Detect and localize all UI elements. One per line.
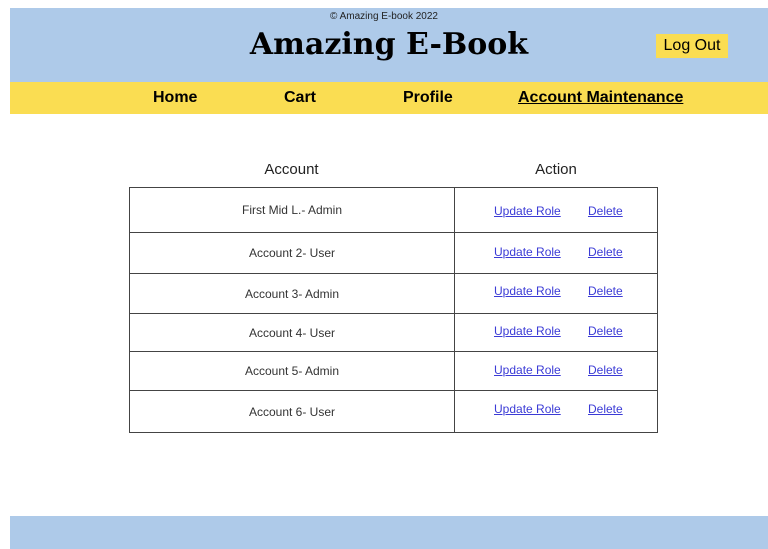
account-cell: First Mid L.- Admin <box>130 188 455 232</box>
column-header-action: Action <box>535 161 577 178</box>
delete-link[interactable]: Delete <box>588 245 623 259</box>
page: Amazing E-Book Log Out Home Cart Profile… <box>0 0 768 549</box>
delete-link[interactable]: Delete <box>588 402 623 416</box>
update-role-link[interactable]: Update Role <box>494 204 561 218</box>
nav-item-profile[interactable]: Profile <box>403 88 453 108</box>
site-title: Amazing E-Book <box>249 27 529 62</box>
table-row: Account 6- User Update Role Delete <box>130 391 657 432</box>
nav-bar: Home Cart Profile Account Maintenance <box>10 82 768 114</box>
nav-item-cart[interactable]: Cart <box>284 88 316 108</box>
footer-copyright: © Amazing E-book 2022 <box>330 11 438 22</box>
nav-item-account-maintenance[interactable]: Account Maintenance <box>518 88 683 108</box>
delete-link[interactable]: Delete <box>588 324 623 338</box>
update-role-link[interactable]: Update Role <box>494 363 561 377</box>
table-row: First Mid L.- Admin Update Role Delete <box>130 188 657 233</box>
table-row: Account 5- Admin Update Role Delete <box>130 352 657 391</box>
nav-item-home[interactable]: Home <box>153 88 197 108</box>
account-cell: Account 3- Admin <box>130 274 455 313</box>
delete-link[interactable]: Delete <box>588 284 623 298</box>
accounts-table: First Mid L.- Admin Update Role Delete A… <box>129 187 658 433</box>
account-cell: Account 2- User <box>130 233 455 273</box>
delete-link[interactable]: Delete <box>588 204 623 218</box>
column-header-account: Account <box>264 161 319 178</box>
update-role-link[interactable]: Update Role <box>494 245 561 259</box>
update-role-link[interactable]: Update Role <box>494 324 561 338</box>
table-row: Account 2- User Update Role Delete <box>130 233 657 274</box>
table-row: Account 3- Admin Update Role Delete <box>130 274 657 314</box>
account-cell: Account 6- User <box>130 391 455 432</box>
delete-link[interactable]: Delete <box>588 363 623 377</box>
account-cell: Account 4- User <box>130 314 455 351</box>
update-role-link[interactable]: Update Role <box>494 402 561 416</box>
footer-bar <box>10 516 768 549</box>
account-cell: Account 5- Admin <box>130 352 455 390</box>
logout-button[interactable]: Log Out <box>656 34 728 58</box>
update-role-link[interactable]: Update Role <box>494 284 561 298</box>
table-row: Account 4- User Update Role Delete <box>130 314 657 352</box>
